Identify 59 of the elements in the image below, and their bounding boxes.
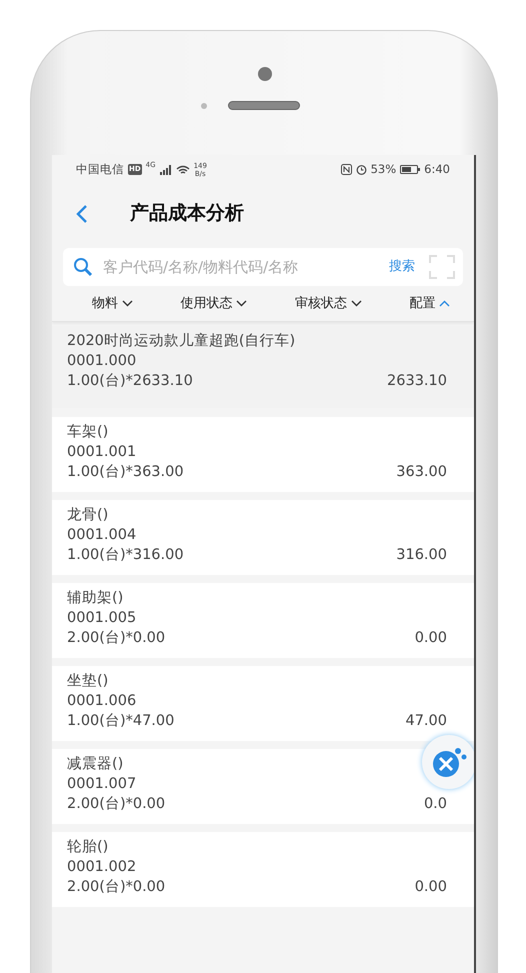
list-item[interactable]: 减震器() 0001.007 2.00(台)*0.00 0.0 bbox=[52, 749, 474, 824]
speaker-grille bbox=[228, 101, 300, 110]
filter-dropdown[interactable]: 使用状态 bbox=[180, 294, 248, 314]
camera-dot bbox=[258, 67, 272, 81]
item-code: 0001.000 bbox=[67, 352, 138, 371]
list-item[interactable]: 辅助架() 0001.005 2.00(台)*0.00 0.00 bbox=[52, 583, 474, 658]
item-code: 0001.001 bbox=[67, 443, 138, 462]
item-total: 0.0 bbox=[424, 795, 447, 814]
item-name: 轮胎() bbox=[67, 838, 110, 857]
item-quantity: 2.00(台)*0.00 bbox=[67, 795, 166, 814]
chevron-down-icon bbox=[236, 300, 248, 307]
item-name: 坐垫() bbox=[67, 672, 110, 691]
item-total: 47.00 bbox=[405, 712, 447, 731]
battery-percent: 53% bbox=[370, 160, 396, 178]
item-quantity: 2.00(台)*0.00 bbox=[67, 629, 166, 648]
chevron-down-icon bbox=[350, 300, 362, 307]
item-code: 0001.002 bbox=[67, 858, 138, 877]
scan-icon bbox=[429, 255, 455, 279]
page-title: 产品成本分析 bbox=[130, 200, 244, 226]
chevron-up-icon bbox=[439, 300, 450, 307]
list-item[interactable]: 龙骨() 0001.004 1.00(台)*316.00 316.00 bbox=[52, 500, 474, 575]
list-item[interactable]: 车架() 0001.001 1.00(台)*363.00 363.00 bbox=[52, 417, 474, 492]
item-total: 2633.10 bbox=[387, 372, 447, 391]
alarm-icon bbox=[356, 164, 367, 175]
signal-icon bbox=[160, 164, 172, 174]
filter-dropdown[interactable]: 审核状态 bbox=[294, 294, 362, 314]
sensor-dot bbox=[201, 103, 207, 109]
item-total: 363.00 bbox=[396, 463, 447, 482]
item-quantity: 2.00(台)*0.00 bbox=[67, 878, 166, 897]
item-name: 2020时尚运动款儿童超跑(自行车) bbox=[67, 332, 296, 351]
cross-dots-icon bbox=[431, 746, 467, 778]
filter-dropdown[interactable]: 物料 bbox=[92, 294, 133, 314]
item-name: 辅助架() bbox=[67, 589, 124, 608]
item-code: 0001.005 bbox=[67, 609, 138, 628]
item-code: 0001.004 bbox=[67, 526, 138, 545]
battery-icon bbox=[400, 165, 420, 174]
search-field[interactable]: 客户代码/名称/物料代码/名称 搜索 bbox=[63, 248, 463, 286]
item-name: 减震器() bbox=[67, 755, 124, 774]
filter-dropdown[interactable]: 配置 bbox=[409, 294, 450, 314]
list-item[interactable]: 轮胎() 0001.002 2.00(台)*0.00 0.00 bbox=[52, 832, 474, 907]
item-quantity: 1.00(台)*363.00 bbox=[67, 463, 184, 482]
item-total: 0.00 bbox=[414, 629, 447, 648]
wifi-icon bbox=[176, 164, 190, 174]
nfc-icon bbox=[340, 164, 352, 175]
item-quantity: 1.00(台)*47.00 bbox=[67, 712, 174, 731]
item-quantity: 1.00(台)*2633.10 bbox=[67, 372, 193, 391]
carrier-name: 中国电信 bbox=[76, 160, 124, 178]
status-time: 6:40 bbox=[424, 160, 450, 178]
item-code: 0001.007 bbox=[67, 775, 138, 794]
item-code: 0001.006 bbox=[67, 692, 138, 711]
search-icon bbox=[73, 257, 93, 277]
list-item[interactable]: 坐垫() 0001.006 1.00(台)*47.00 47.00 bbox=[52, 666, 474, 741]
item-total: 316.00 bbox=[396, 546, 447, 565]
item-quantity: 1.00(台)*316.00 bbox=[67, 546, 184, 565]
item-name: 车架() bbox=[67, 423, 110, 442]
search-button[interactable]: 搜索 bbox=[389, 257, 429, 277]
item-name: 龙骨() bbox=[67, 506, 110, 525]
item-total: 0.00 bbox=[414, 878, 447, 897]
chevron-down-icon bbox=[122, 300, 133, 307]
